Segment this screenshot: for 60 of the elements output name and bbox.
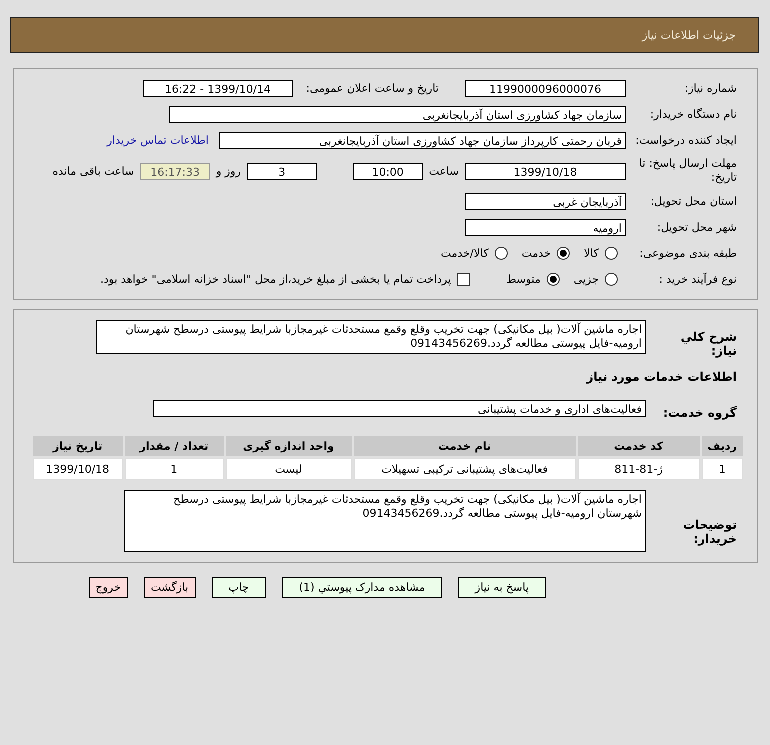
remaining-time-field: 16:17:33 bbox=[140, 162, 210, 180]
field-label: شهر محل تحویل: bbox=[656, 221, 737, 234]
column-header: ردیف bbox=[702, 436, 743, 456]
remaining-label: ساعت باقی مانده bbox=[52, 164, 134, 178]
announce-date-field: 1399/10/14 - 16:22 bbox=[143, 80, 293, 97]
checkbox[interactable] bbox=[457, 273, 470, 286]
requester-field: قربان رحمتی کارپرداز سازمان جهاد کشاورزی استان آذربایجانغربی bbox=[219, 132, 626, 149]
field-label: طبقه بندی موضوعی: bbox=[638, 247, 737, 260]
radio-button[interactable] bbox=[557, 247, 570, 260]
days-label: روز و bbox=[216, 164, 242, 178]
radio-label: کالا/خدمت bbox=[441, 247, 489, 260]
field-label: شرح کلي نياز: bbox=[680, 330, 737, 358]
page-title: جزئیات اطلاعات نیاز bbox=[642, 28, 736, 42]
buyer-org-field: سازمان جهاد کشاورزی استان آذربایجانغربی bbox=[169, 106, 626, 123]
table-cell: 1 bbox=[124, 458, 224, 480]
radio-button[interactable] bbox=[605, 273, 618, 286]
field-label: ایجاد کننده درخواست: bbox=[634, 134, 737, 148]
column-header: تعداد / مقدار bbox=[124, 436, 224, 456]
column-header: واحد اندازه گیری bbox=[226, 436, 352, 456]
radio-button[interactable] bbox=[546, 273, 560, 286]
column-header: کد خدمت bbox=[578, 436, 700, 456]
field-label: نوع فرآیند خرید : bbox=[658, 273, 737, 286]
table-cell: ژ-81-811 bbox=[578, 458, 700, 480]
table-cell: 1399/10/18 bbox=[33, 458, 123, 480]
checkbox-label: پرداخت تمام یا بخشی از مبلغ خرید،از محل "اسناد خزانه اسلامی" خواهد بود. bbox=[100, 273, 452, 286]
action-button[interactable]: مشاهده مدارک پیوستي (1) bbox=[282, 577, 442, 598]
field-label: استان محل تحویل: bbox=[650, 195, 737, 208]
days-field: 3 bbox=[247, 162, 318, 180]
action-button[interactable]: پاسخ به نیاز bbox=[458, 577, 546, 598]
province-field: آذربایجان غربی bbox=[465, 193, 626, 210]
column-header: تاریخ نیاز bbox=[33, 436, 123, 456]
section-title: اطلاعات خدمات مورد نياز bbox=[585, 370, 737, 384]
radio-button[interactable] bbox=[605, 247, 618, 260]
radio-button[interactable] bbox=[494, 247, 508, 260]
field-label: گروه خدمت: bbox=[662, 406, 737, 420]
action-button[interactable]: چاپ bbox=[212, 577, 266, 598]
contact-link[interactable]: اطلاعات تماس خریدار bbox=[107, 134, 209, 147]
radio-label: متوسط bbox=[506, 273, 541, 286]
field-label: تاریخ و ساعت اعلان عمومی: bbox=[305, 82, 439, 95]
deadline-time-field: 10:00 bbox=[353, 162, 424, 180]
field-label: شماره نیاز: bbox=[684, 82, 737, 95]
service-group-field: فعالیت‌های اداری و خدمات پشتیبانی bbox=[153, 400, 646, 416]
time-label: ساعت bbox=[429, 164, 459, 178]
description-field: اجاره ماشین آلات( بیل مکانیکی) جهت تخریب وقلع وقمع مستحدثات غیرمجازبا شرایط پیوستی درسطح شهرستان ارومیه-فایل پیوستی مطالعه گردد.09143456269 bbox=[96, 320, 646, 354]
need-number-field: 1199000096000076 bbox=[465, 80, 626, 97]
radio-label: خدمت bbox=[522, 247, 552, 260]
buyer-notes-field: اجاره ماشین آلات( بیل مکانیکی) جهت تخریب وقلع وقمع مستحدثات غیرمجازبا شرایط پیوستی درسطح شهرستان ارومیه-فایل پیوستی مطالعه گردد.09143456269 bbox=[124, 490, 646, 552]
city-field: ارومیه bbox=[465, 219, 626, 236]
column-header: نام خدمت bbox=[354, 436, 576, 456]
table-cell: فعالیت‌های پشتیبانی ترکیبی تسهیلات bbox=[354, 458, 576, 480]
action-button[interactable]: خروج bbox=[88, 577, 128, 598]
radio-label: جزیی bbox=[574, 273, 599, 286]
field-label: نام دستگاه خریدار: bbox=[649, 108, 737, 121]
deadline-date-field: 1399/10/18 bbox=[465, 162, 626, 180]
radio-label: کالا bbox=[584, 247, 599, 260]
table-cell: لیست bbox=[226, 458, 352, 480]
field-label: مهلت ارسال پاسخ: تا تاریخ: bbox=[638, 157, 737, 185]
field-label: توضیحات خریدار: bbox=[682, 518, 737, 546]
action-button[interactable]: بازگشت bbox=[144, 577, 196, 598]
table-cell: 1 bbox=[702, 458, 743, 480]
